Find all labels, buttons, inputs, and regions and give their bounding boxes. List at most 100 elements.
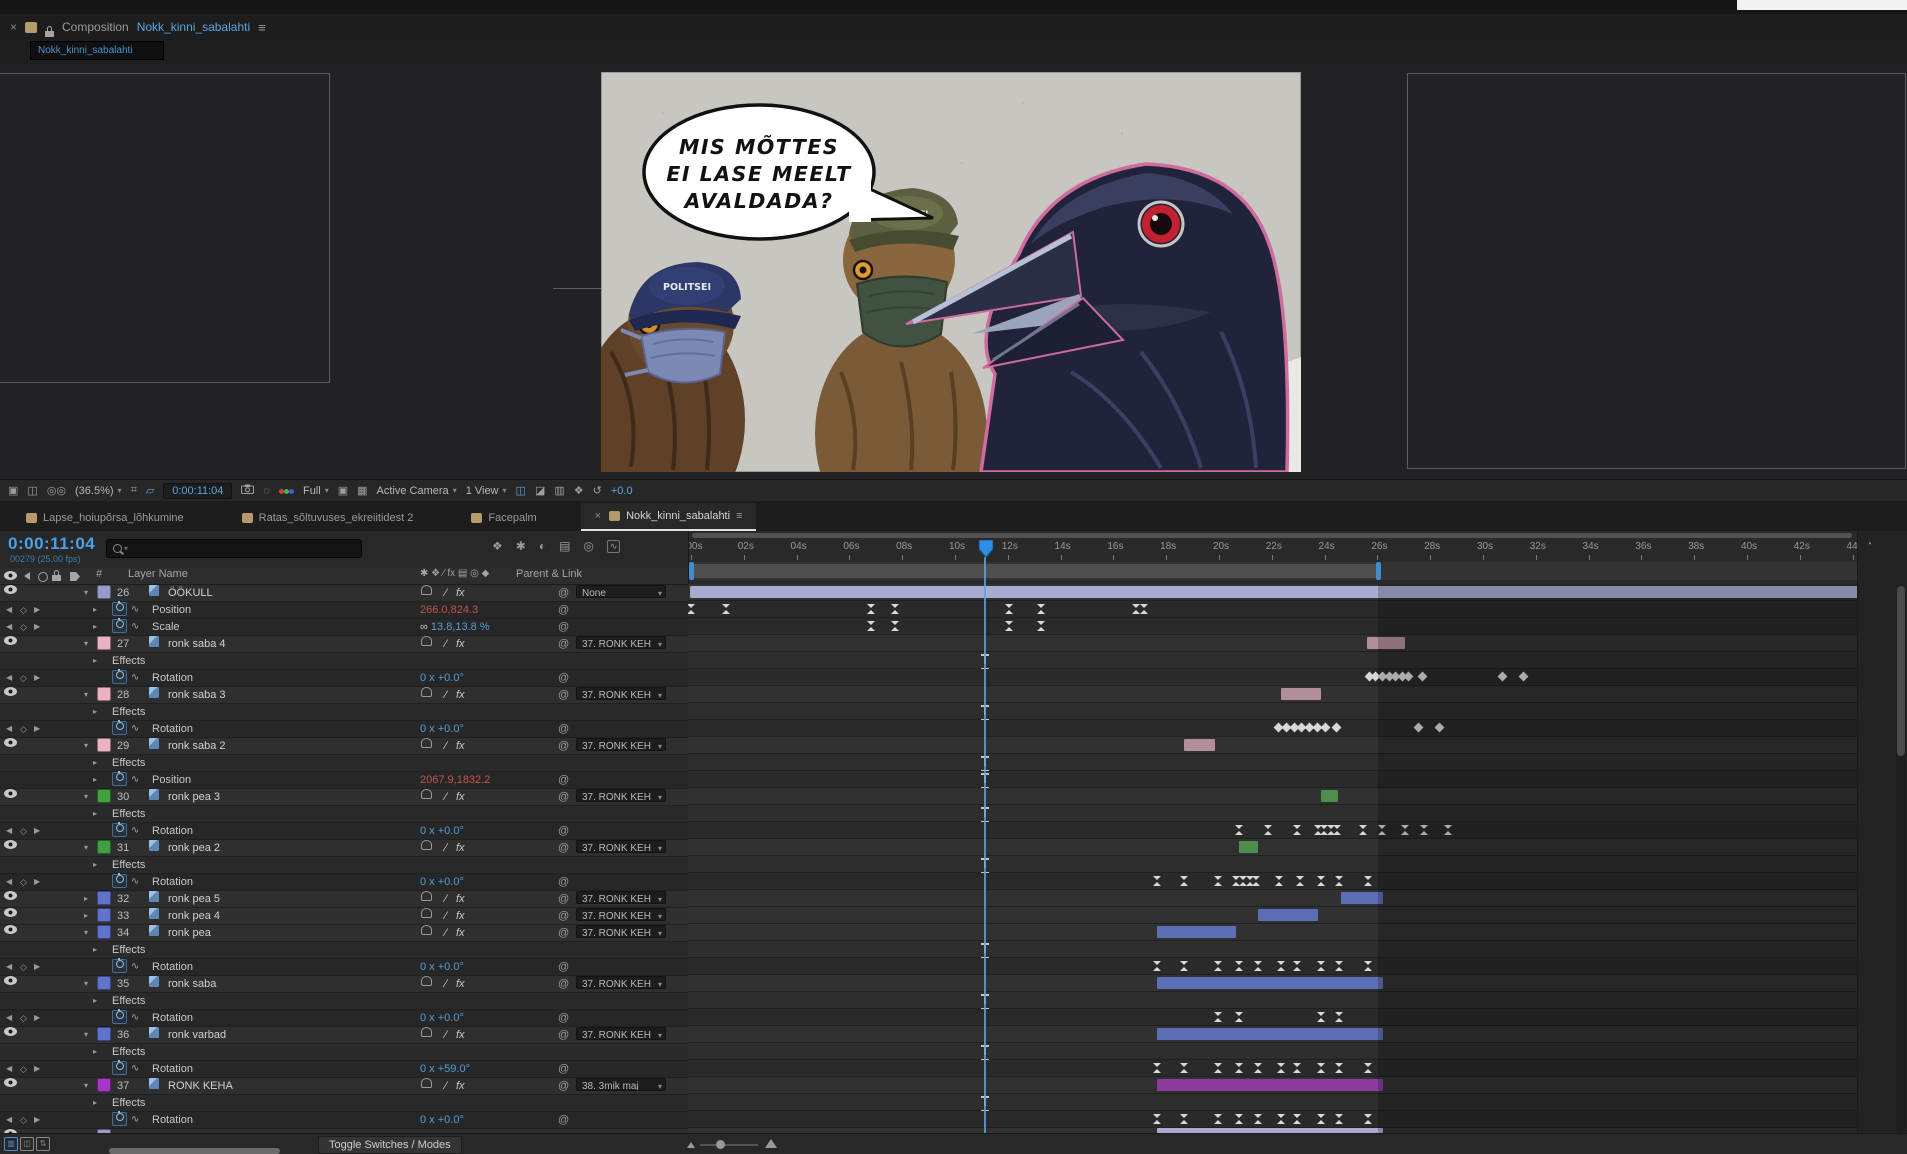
eye-icon[interactable] bbox=[4, 738, 17, 747]
group-row[interactable]: ▸Effects bbox=[0, 942, 688, 959]
track-row[interactable] bbox=[688, 652, 1857, 669]
layer-name[interactable]: ronk saba 4 bbox=[168, 636, 225, 652]
stopwatch-icon[interactable] bbox=[112, 823, 127, 837]
keyframe-icon[interactable] bbox=[1317, 1063, 1326, 1073]
quality-switch-icon[interactable]: ∕ bbox=[445, 908, 447, 924]
next-keyframe-icon[interactable]: ▶ bbox=[34, 1112, 40, 1128]
pickwhip-icon[interactable]: @ bbox=[558, 772, 569, 788]
keyframe-icon[interactable] bbox=[1359, 825, 1368, 835]
expand-chevron-icon[interactable]: ▾ bbox=[84, 840, 88, 856]
keyframe-icon[interactable] bbox=[1317, 1114, 1326, 1124]
keyframe-icon[interactable] bbox=[1214, 1063, 1223, 1073]
add-keyframe-icon[interactable]: ◇ bbox=[20, 619, 27, 635]
stopwatch-icon[interactable] bbox=[112, 772, 127, 786]
hide-shy-layers-icon[interactable]: ◐ bbox=[539, 539, 546, 553]
vertical-scrollbar-handle[interactable] bbox=[1897, 586, 1905, 756]
eye-icon[interactable] bbox=[4, 1078, 17, 1087]
label-color-swatch[interactable] bbox=[97, 925, 111, 939]
property-value[interactable]: 2067.9,1832.2 bbox=[420, 772, 490, 788]
pickwhip-icon[interactable]: @ bbox=[558, 619, 569, 635]
layer-name[interactable]: ronk saba bbox=[168, 976, 216, 992]
next-keyframe-icon[interactable]: ▶ bbox=[34, 670, 40, 686]
stopwatch-icon[interactable] bbox=[112, 602, 127, 616]
parent-dropdown[interactable]: 37. RONK KEH▾ bbox=[576, 738, 666, 751]
keyframe-icon[interactable] bbox=[1214, 1114, 1223, 1124]
property-name[interactable]: Rotation bbox=[152, 823, 193, 839]
next-keyframe-icon[interactable]: ▶ bbox=[34, 721, 40, 737]
add-keyframe-icon[interactable]: ◇ bbox=[20, 823, 27, 839]
layer-name[interactable]: ronk pea 4 bbox=[168, 908, 220, 924]
flowchart-button-icon[interactable]: ❖ bbox=[574, 484, 584, 497]
track-row[interactable] bbox=[688, 686, 1857, 703]
fx-switch-icon[interactable]: fx bbox=[456, 925, 465, 941]
keyframe-icon[interactable] bbox=[1335, 961, 1344, 971]
expand-chevron-icon[interactable]: ▾ bbox=[84, 585, 88, 601]
track-row[interactable] bbox=[688, 703, 1857, 720]
track-row[interactable] bbox=[688, 958, 1857, 975]
toggle-switches-modes-button[interactable]: Toggle Switches / Modes bbox=[318, 1136, 462, 1154]
quality-switch-icon[interactable]: ∕ bbox=[445, 1078, 447, 1094]
property-row[interactable]: ◀◇▶▸∿Scale∞ 13.8,13.8 %@ bbox=[0, 619, 688, 636]
layer-name[interactable]: RONK KEHA bbox=[168, 1078, 233, 1094]
group-row[interactable]: ▸Effects bbox=[0, 806, 688, 823]
keyframe-icon[interactable] bbox=[1317, 961, 1326, 971]
graph-editor-icon[interactable]: ∿ bbox=[607, 540, 621, 553]
property-chevron-icon[interactable]: ▸ bbox=[93, 772, 97, 788]
time-ruler[interactable]: :00s02s04s06s08s10s12s14s16s18s20s22s24s… bbox=[688, 531, 1858, 584]
keyframe-icon[interactable] bbox=[688, 604, 696, 614]
comp-mini-flowchart-icon[interactable]: ❖ bbox=[492, 539, 503, 553]
keyframe-icon[interactable] bbox=[1153, 876, 1162, 886]
fx-switch-icon[interactable]: fx bbox=[456, 687, 465, 703]
lock-column-icon[interactable] bbox=[52, 575, 61, 581]
keyframe-icon[interactable] bbox=[1252, 876, 1261, 886]
keyframe-icon[interactable] bbox=[1333, 825, 1342, 835]
add-keyframe-icon[interactable]: ◇ bbox=[20, 1010, 27, 1026]
group-chevron-icon[interactable]: ▸ bbox=[93, 653, 97, 669]
label-color-swatch[interactable] bbox=[97, 908, 111, 922]
fx-switch-icon[interactable]: fx bbox=[456, 840, 465, 856]
stopwatch-icon[interactable] bbox=[112, 721, 127, 735]
audio-column-speaker-icon[interactable] bbox=[24, 572, 30, 580]
prev-keyframe-icon[interactable]: ◀ bbox=[6, 1112, 12, 1128]
next-keyframe-icon[interactable]: ▶ bbox=[34, 959, 40, 975]
parent-dropdown[interactable]: None▾ bbox=[576, 585, 666, 598]
group-chevron-icon[interactable]: ▸ bbox=[93, 942, 97, 958]
vertical-scrollbar[interactable] bbox=[1896, 584, 1906, 1133]
exposure-value[interactable]: +0.0 bbox=[611, 485, 633, 497]
quality-switch-icon[interactable]: ∕ bbox=[445, 585, 447, 601]
shy-switch-icon[interactable] bbox=[421, 585, 432, 595]
parent-dropdown[interactable]: 38. 3mik maj▾ bbox=[576, 1078, 666, 1091]
keyframe-icon[interactable] bbox=[1235, 1063, 1244, 1073]
property-name[interactable]: Rotation bbox=[152, 670, 193, 686]
composition-panel-tab[interactable]: × Composition Nokk_kinni_sabalahti ≡ bbox=[0, 14, 1907, 40]
parent-dropdown[interactable]: 37. RONK KEH▾ bbox=[576, 976, 666, 989]
next-keyframe-icon[interactable]: ▶ bbox=[34, 823, 40, 839]
keyframe-icon[interactable] bbox=[1364, 961, 1373, 971]
property-row[interactable]: ◀◇▶∿Rotation0 x +0.0°@ bbox=[0, 823, 688, 840]
layer-row[interactable]: ▾30ronk pea 3∕fx@37. RONK KEH▾ bbox=[0, 789, 688, 806]
track-row[interactable] bbox=[688, 890, 1857, 907]
group-chevron-icon[interactable]: ▸ bbox=[93, 704, 97, 720]
quality-switch-icon[interactable]: ∕ bbox=[445, 687, 447, 703]
layer-name[interactable]: ronk pea bbox=[168, 925, 211, 941]
track-row[interactable] bbox=[688, 754, 1857, 771]
group-name[interactable]: Effects bbox=[112, 653, 145, 669]
layer-duration-bar[interactable] bbox=[1157, 926, 1236, 938]
keyframe-icon[interactable] bbox=[1254, 1114, 1263, 1124]
fx-switch-icon[interactable]: fx bbox=[456, 976, 465, 992]
pickwhip-icon[interactable]: @ bbox=[558, 1061, 569, 1077]
keyframe-icon[interactable] bbox=[1037, 621, 1046, 631]
add-keyframe-icon[interactable]: ◇ bbox=[20, 1112, 27, 1128]
parent-link-column-header[interactable]: Parent & Link bbox=[516, 568, 582, 580]
quality-switch-icon[interactable]: ∕ bbox=[445, 738, 447, 754]
timeline-button-icon[interactable]: ▥ bbox=[554, 484, 564, 497]
layer-name[interactable]: ronk varbad bbox=[168, 1027, 226, 1043]
always-preview-icon[interactable]: ▣ bbox=[8, 484, 18, 497]
keyframe-icon[interactable] bbox=[1264, 825, 1273, 835]
solo-column-icon[interactable] bbox=[38, 572, 48, 582]
layer-row[interactable]: ▾29ronk saba 2∕fx@37. RONK KEH▾ bbox=[0, 738, 688, 755]
track-row[interactable] bbox=[688, 1060, 1857, 1077]
prev-keyframe-icon[interactable]: ◀ bbox=[6, 670, 12, 686]
label-color-swatch[interactable] bbox=[97, 636, 111, 650]
shy-switch-icon[interactable] bbox=[421, 976, 432, 986]
